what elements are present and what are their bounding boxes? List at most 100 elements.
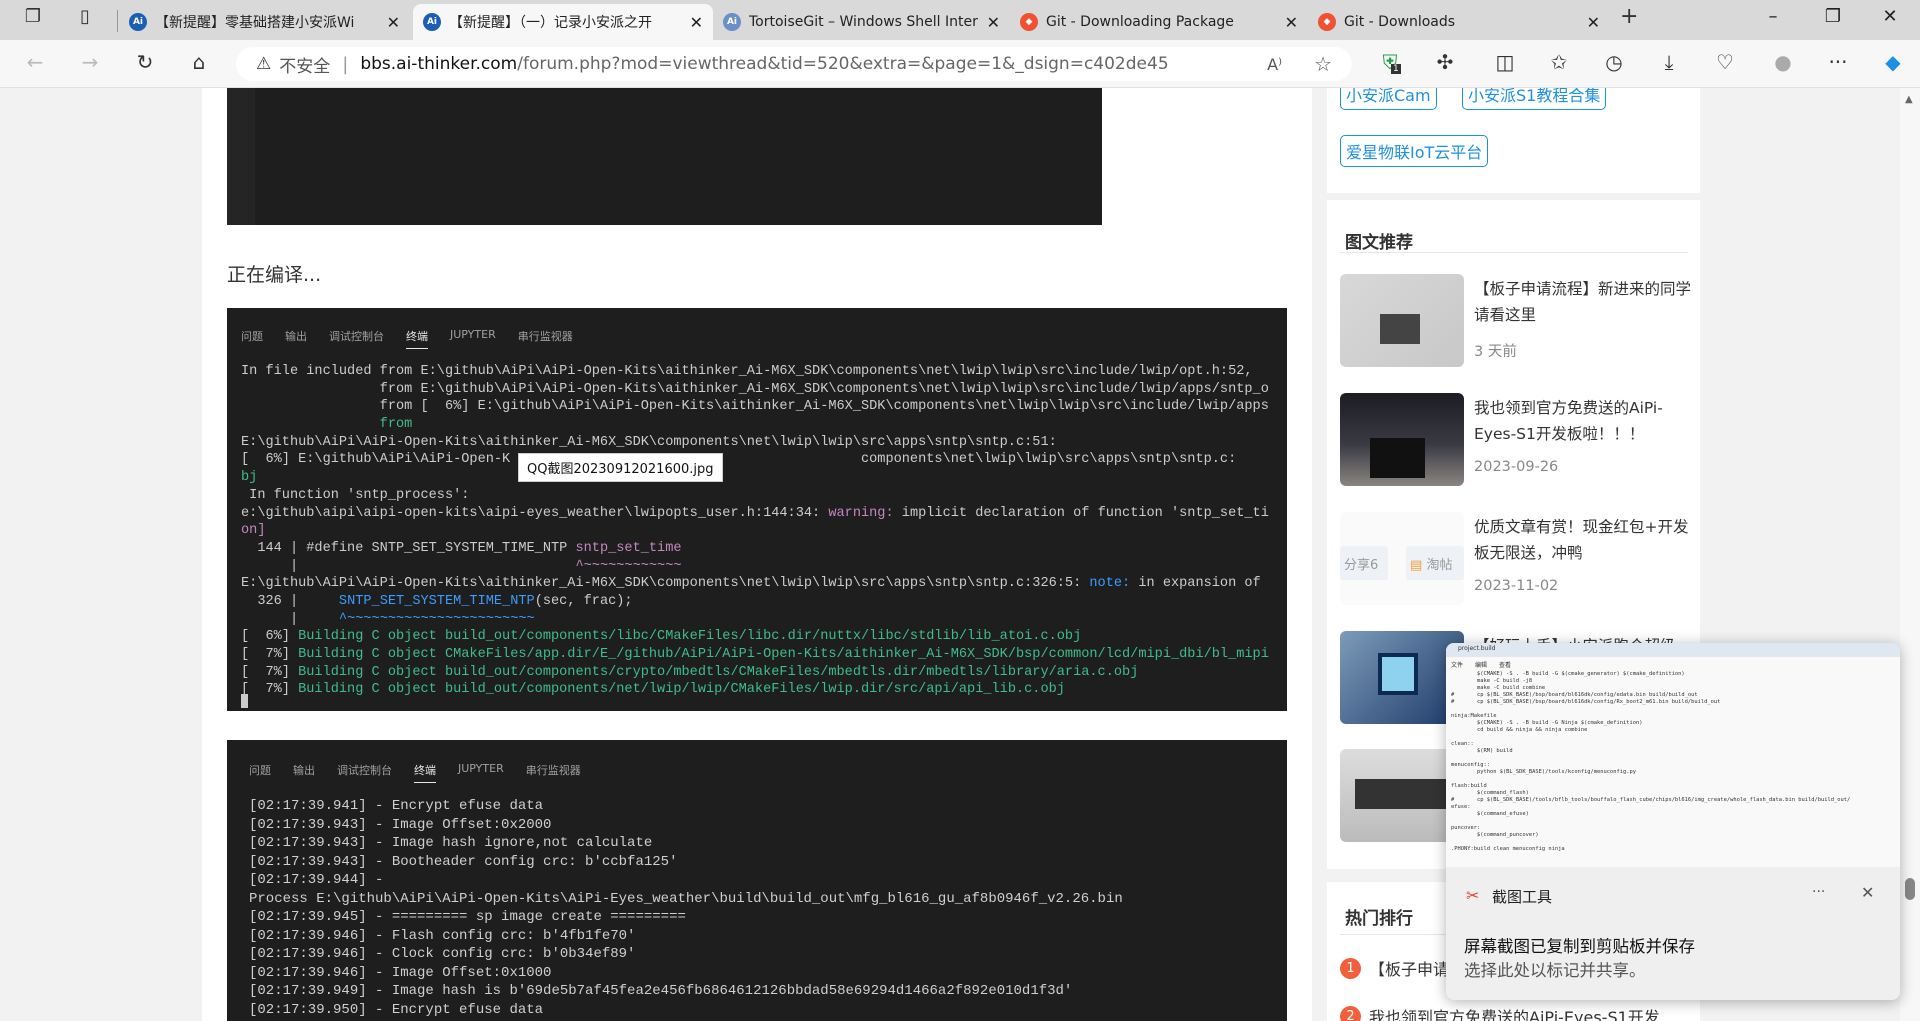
close-notification-button[interactable]: ✕	[1861, 883, 1874, 902]
hot-heading: 热门排行	[1345, 909, 1413, 929]
notification-app-name: 截图工具	[1492, 888, 1553, 906]
browser-tab[interactable]: ◆ Git - Downloads ✕	[1308, 4, 1610, 40]
more-options-button[interactable]: ···	[1812, 884, 1825, 900]
thumbnail-image[interactable]: 分享6 ▤ 淘帖	[1340, 512, 1464, 605]
terminal-tab: 调试控制台	[337, 764, 392, 777]
download-icon[interactable]: ⤓	[1654, 50, 1684, 74]
favorites-icon[interactable]: ✩	[1544, 50, 1574, 74]
workspaces-icon[interactable]: ❐	[18, 6, 48, 27]
terminal-text: In file included from E:\github\AiPi\AiP…	[241, 364, 1253, 379]
browser-tab[interactable]: Ai TortoiseGit – Windows Shell Inter ✕	[713, 4, 1010, 40]
close-tab-icon[interactable]: ✕	[987, 13, 1000, 32]
home-icon[interactable]: ⌂	[184, 50, 214, 74]
terminal-text: Building C object build_out/components/n…	[298, 682, 1065, 698]
tag-link[interactable]: 小安派S1教程合集	[1462, 88, 1607, 110]
close-tab-icon[interactable]: ✕	[690, 13, 703, 32]
terminal-tabs: 问题 输出 调试控制台 终端 JUPYTER 串行监视器	[241, 328, 573, 349]
terminal-text: (sec, frac);	[534, 593, 633, 609]
close-window-button[interactable]: ✕	[1870, 6, 1910, 27]
sidebar-links-card: 小安派Cam 小安派S1教程合集 爱星物联IoT云平台	[1327, 88, 1700, 193]
screenshot-preview[interactable]: project.build 文件 编辑 查看 $(CMAKE) -S . -B bu…	[1446, 643, 1900, 867]
terminal-line: [02:17:39.943] - Bootheader config crc: …	[249, 853, 678, 870]
terminal-tab: 问题	[249, 764, 271, 777]
terminal-line: Process E:\github\AiPi\AiPi-Open-Kits\Ai…	[249, 890, 1123, 907]
terminal-line: [ 6%] E:\github\AiPi\AiPi-Open-K compone…	[241, 451, 1269, 469]
copilot-icon[interactable]: ◆	[1878, 50, 1908, 74]
minimize-button[interactable]: –	[1753, 6, 1793, 27]
thumbnail-image[interactable]	[1340, 274, 1464, 367]
recommend-item[interactable]: 【板子申请流程】新进来的同学请看这里 3 天前	[1340, 274, 1691, 369]
terminal-text: from E:\github\AiPi\AiPi-Open-Kits\aithi…	[241, 381, 1269, 397]
code-screenshot-top	[227, 88, 1102, 225]
terminal-line: from [ 6%] E:\github\AiPi\AiPi-Open-Kits…	[241, 398, 1269, 416]
refresh-icon[interactable]: ↻	[130, 50, 160, 74]
browser-tab[interactable]: ◆ Git - Downloading Package ✕	[1010, 4, 1308, 40]
back-icon[interactable]: ←	[20, 50, 50, 74]
recommend-heading: 图文推荐	[1345, 233, 1413, 253]
terminal-text: In function 'sntp_process':	[241, 487, 470, 503]
terminal-tab: 终端	[406, 328, 428, 349]
close-tab-icon[interactable]: ✕	[1285, 13, 1298, 32]
new-tab-button[interactable]: +	[1620, 4, 1638, 29]
close-tab-icon[interactable]: ✕	[1587, 13, 1600, 32]
browser-tab[interactable]: Ai 【新提醒】（一）记录小安派之开 ✕	[413, 4, 713, 40]
performance-icon[interactable]: ♡	[1710, 50, 1740, 74]
terminal-text: Building C object build_out/components/l…	[298, 629, 1082, 645]
more-menu-icon[interactable]: ···	[1823, 50, 1853, 74]
terminal-line: [02:17:39.941] - Encrypt efuse data	[249, 798, 544, 814]
tab-title: Git - Downloads	[1344, 14, 1456, 30]
terminal-text: Building C object build_out/components/c…	[298, 664, 1139, 680]
recommend-title[interactable]: 优质文章有赏！现金红包+开发板无限送，冲鸭	[1474, 514, 1694, 566]
tab-title: TortoiseGit – Windows Shell Inter	[749, 14, 978, 30]
scroll-up-icon[interactable]: ▲	[1905, 94, 1913, 105]
hot-item[interactable]: 1 【板子申请	[1340, 956, 1449, 980]
terminal-text: 326 |	[241, 593, 339, 609]
tag-link[interactable]: 爱星物联IoT云平台	[1340, 135, 1489, 167]
tag-link[interactable]: 小安派Cam	[1340, 88, 1437, 110]
terminal-tab: 终端	[414, 762, 436, 783]
tab-title: Git - Downloading Package	[1046, 14, 1234, 30]
image-tooltip: QQ截图20230912021600.jpg	[518, 453, 723, 482]
compiling-text: 正在编译...	[227, 264, 322, 286]
history-icon[interactable]: ◷	[1599, 50, 1629, 74]
vertical-tabs-icon[interactable]: ▯	[70, 6, 100, 27]
terminal-line: | ^~~~~~~~~~~~~~~~~~~~~~~~	[241, 611, 1269, 629]
extensions-icon[interactable]: ✣	[1430, 50, 1460, 74]
terminal-tab: 输出	[285, 330, 307, 343]
hot-title[interactable]: 【板子申请	[1369, 956, 1449, 980]
terminal-line: [02:17:39.950] - Encrypt efuse data	[249, 1001, 544, 1018]
terminal-text: [ 7%]	[241, 682, 299, 698]
browser-tab[interactable]: Ai 【新提醒】零基础搭建小安派Wi ✕	[119, 4, 410, 40]
hot-item[interactable]: 2 我也领到官方免费送的AiPi-Eyes-S1开发	[1340, 1004, 1660, 1021]
terminal-tab: 串行监视器	[525, 764, 581, 777]
favorite-star-icon[interactable]: ☆	[1314, 52, 1332, 76]
security-label[interactable]: 不安全	[279, 52, 330, 77]
address-bar[interactable]: ⚠ 不安全 | bbs.ai-thinker.com/forum.php?mod…	[236, 47, 1352, 81]
tortoisegit-icon: Ai	[723, 13, 741, 31]
profile-avatar[interactable]: ●	[1768, 50, 1798, 74]
recommend-item[interactable]: 分享6 ▤ 淘帖 优质文章有赏！现金红包+开发板无限送，冲鸭 2023-11-0…	[1340, 512, 1690, 607]
restore-button[interactable]: ❐	[1813, 6, 1853, 27]
close-tab-icon[interactable]: ✕	[387, 13, 400, 32]
shield-extension-icon[interactable]: ⛨ 1	[1375, 50, 1405, 74]
recommend-date: 2023-09-26	[1474, 459, 1559, 475]
terminal-line: [02:17:39.946] - Clock config crc: b'0b3…	[249, 946, 636, 962]
read-aloud-icon[interactable]: A⁾	[1267, 55, 1282, 74]
scroll-thumb[interactable]	[1905, 878, 1915, 900]
recommend-item[interactable]: 我也领到官方免费送的AiPi-Eyes-S1开发板啦！！！ 2023-09-26	[1340, 393, 1690, 488]
tab-title: 【新提醒】零基础搭建小安派Wi	[155, 15, 355, 31]
forward-icon[interactable]: →	[75, 50, 105, 74]
terminal-line: [ 7%] Building C object build_out/compon…	[241, 664, 1269, 682]
terminal-tab: JUPYTER	[458, 762, 504, 775]
terminal-text: from [ 6%] E:\github\AiPi\AiPi-Open-Kits…	[241, 399, 1269, 415]
thumbnail-image[interactable]	[1340, 393, 1464, 486]
split-screen-icon[interactable]: ◫	[1490, 50, 1520, 74]
hot-title[interactable]: 我也领到官方免费送的AiPi-Eyes-S1开发	[1369, 1004, 1660, 1021]
terminal-text: e:\github\aipi\aipi-open-kits\aipi-eyes_…	[241, 505, 829, 521]
recommend-title[interactable]: 我也领到官方免费送的AiPi-Eyes-S1开发板啦！！！	[1474, 395, 1694, 447]
warning-icon[interactable]: ⚠	[256, 54, 271, 74]
recommend-title[interactable]: 【板子申请流程】新进来的同学请看这里	[1474, 276, 1694, 328]
page-scrollbar[interactable]: ▲	[1900, 88, 1920, 1021]
terminal-tab: JUPYTER	[450, 328, 496, 341]
snipping-tool-notification[interactable]: project.build 文件 编辑 查看 $(CMAKE) -S . -B bu…	[1446, 643, 1900, 1000]
